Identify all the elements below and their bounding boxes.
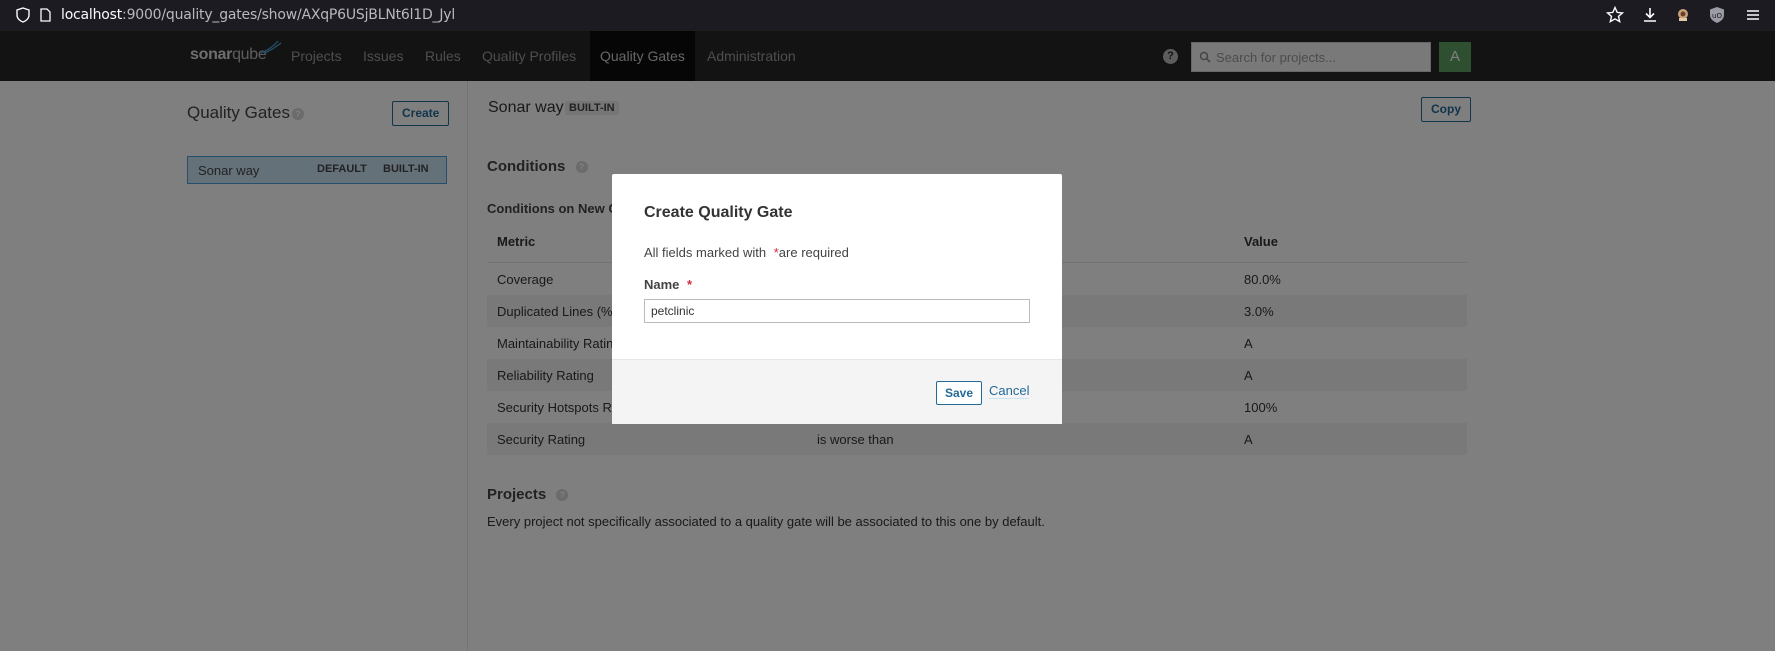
cancel-button[interactable]: Cancel — [989, 383, 1030, 399]
browser-toolbar: localhost:9000/quality_gates/show/AXqP6U… — [0, 0, 1775, 30]
required-note-post: are required — [778, 245, 849, 260]
name-label: Name — [644, 277, 680, 292]
url-path: :9000/quality_gates/show/AXqP6USjBLNt6l1… — [122, 7, 456, 23]
ublock-icon[interactable]: uO — [1708, 6, 1726, 24]
required-note-pre: All fields marked with — [644, 245, 767, 260]
dialog-footer: Save Cancel — [612, 359, 1062, 424]
create-quality-gate-dialog: Create Quality Gate All fields marked wi… — [612, 174, 1062, 424]
save-button[interactable]: Save — [936, 381, 983, 405]
shield-icon[interactable] — [16, 7, 30, 23]
address-bar[interactable]: localhost:9000/quality_gates/show/AXqP6U… — [61, 7, 455, 23]
name-field[interactable] — [644, 299, 1030, 323]
download-icon[interactable] — [1641, 6, 1659, 24]
required-star: * — [687, 277, 693, 292]
menu-icon[interactable] — [1744, 6, 1762, 24]
svg-text:uO: uO — [1712, 12, 1722, 20]
url-host: localhost — [61, 7, 123, 23]
required-fields-note: All fields marked with *are required — [644, 245, 849, 260]
dialog-title: Create Quality Gate — [644, 204, 793, 221]
page-icon — [40, 8, 51, 22]
star-icon[interactable] — [1606, 6, 1624, 24]
name-field-label: Name * — [644, 277, 692, 292]
extension-icon[interactable] — [1674, 6, 1692, 24]
